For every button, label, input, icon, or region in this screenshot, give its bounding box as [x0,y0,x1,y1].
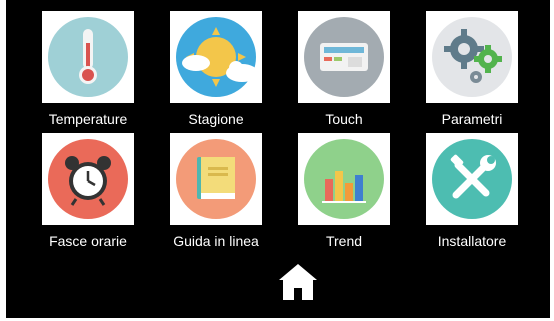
temperature-button[interactable] [42,11,134,103]
installatore-button[interactable] [426,133,518,225]
installatore-label: Installatore [437,233,507,249]
main-menu-screen: Temperature Stagione Touch Parametri Fas… [6,0,550,318]
home-button[interactable] [277,262,319,302]
stagione-button[interactable] [170,11,262,103]
book-icon [176,139,256,219]
season-sun-cloud-icon [176,17,258,97]
tools-icon [432,139,512,219]
thermometer-icon [48,17,128,97]
guida-in-linea-label: Guida in linea [173,233,259,249]
parametri-label: Parametri [441,111,503,127]
guida-in-linea-button[interactable] [170,133,262,225]
fasce-orarie-label: Fasce orarie [49,233,127,249]
bar-chart-icon [304,139,384,219]
stagione-label: Stagione [188,111,244,127]
touch-label: Touch [325,111,363,127]
trend-label: Trend [325,233,363,249]
alarm-clock-icon [48,139,128,219]
temperature-label: Temperature [48,111,128,127]
gears-icon [432,17,512,97]
trend-button[interactable] [298,133,390,225]
touch-button[interactable] [298,11,390,103]
fasce-orarie-button[interactable] [42,133,134,225]
home-icon [279,264,317,300]
touch-panel-icon [304,17,384,97]
parametri-button[interactable] [426,11,518,103]
